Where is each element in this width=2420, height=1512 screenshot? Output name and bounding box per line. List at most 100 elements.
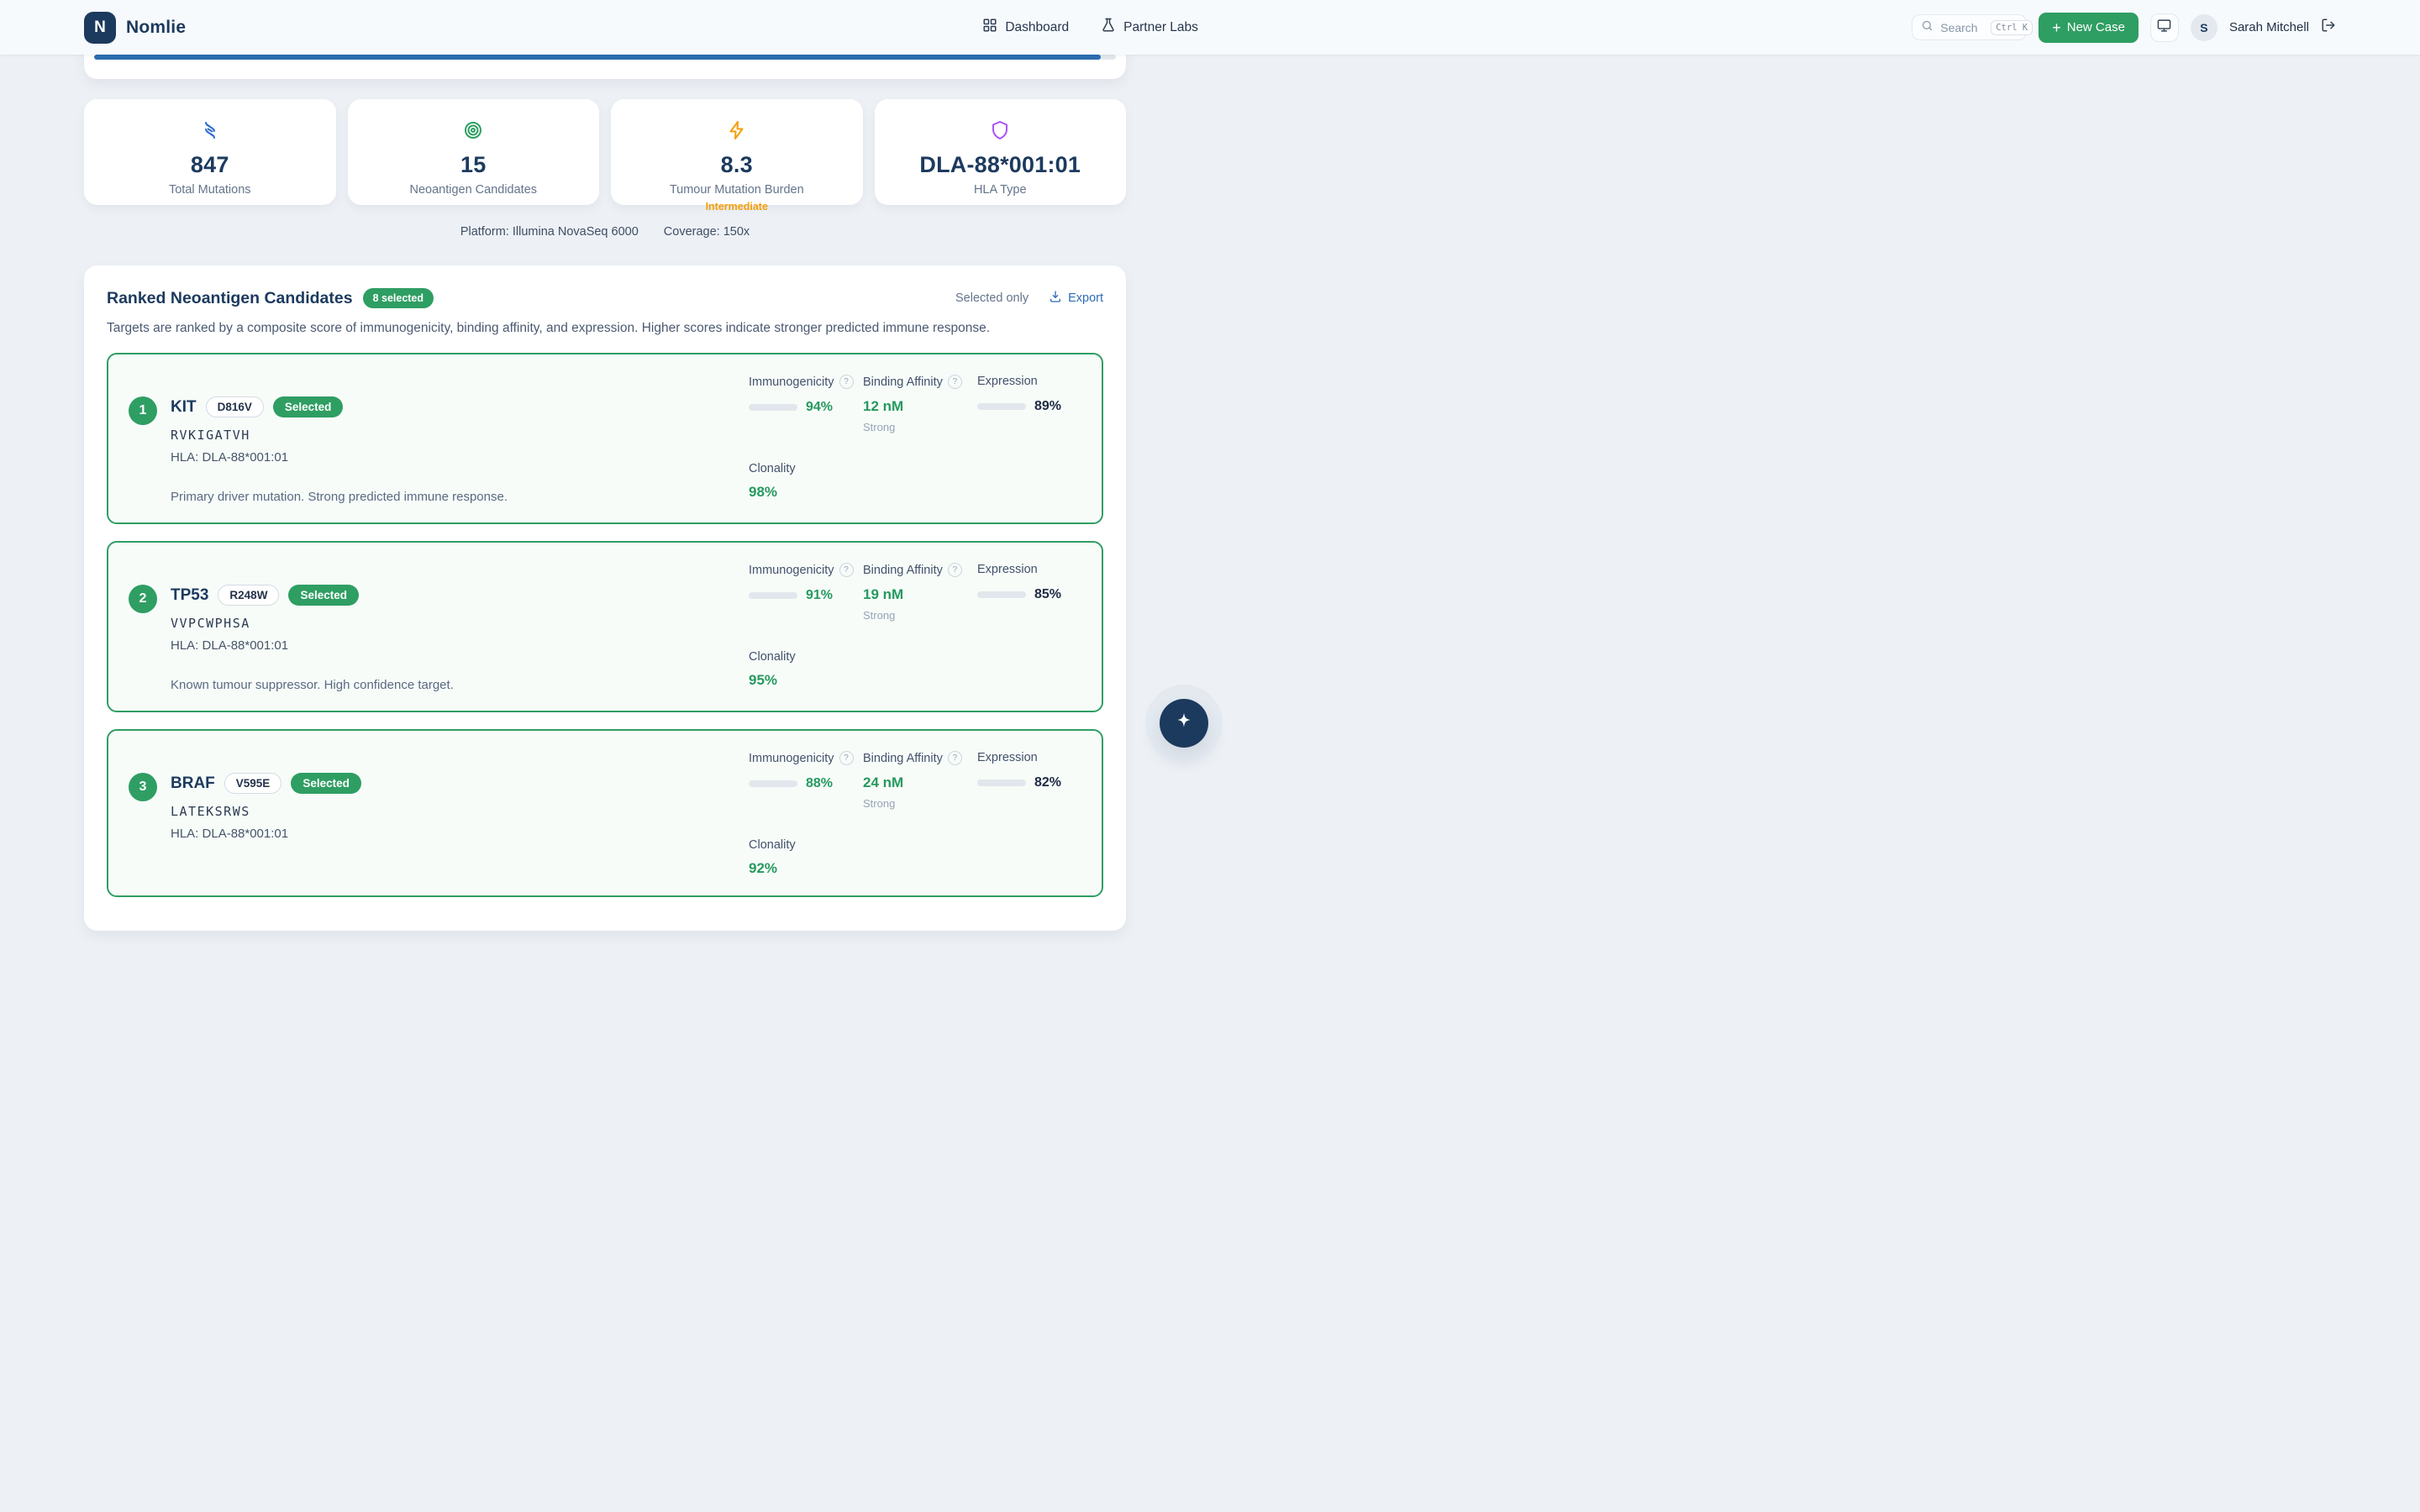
binding-strength: Strong [863, 609, 977, 622]
hla-allele: HLA: DLA-88*001:01 [171, 450, 508, 465]
stat-value: DLA-88*001:01 [875, 152, 1127, 178]
progress-track [977, 780, 1026, 786]
candidate-info: 3 BRAF V595E Selected LATEKSRWS HLA: DLA… [129, 773, 361, 877]
dashboard-grid-icon [982, 18, 997, 37]
export-button[interactable]: Export [1049, 290, 1103, 307]
metric-clonality: Clonality 95% [749, 650, 863, 689]
rank-badge: 3 [129, 773, 157, 801]
header-right: Ctrl K + New Case S Sarah Mitchell [1912, 13, 2336, 43]
mutation-badge: R248W [218, 585, 279, 606]
help-icon[interactable]: ? [948, 751, 962, 765]
metric-label: Binding Affinity [863, 752, 943, 765]
selected-status-badge: Selected [273, 396, 344, 417]
candidate-card-kit[interactable]: 1 KIT D816V Selected RVKIGATVH HLA: DLA-… [107, 353, 1103, 524]
metric-binding-affinity: Binding Affinity? 19 nM Strong [863, 563, 977, 622]
help-icon[interactable]: ? [839, 563, 854, 577]
help-icon[interactable]: ? [948, 563, 962, 577]
stat-hla-type: DLA-88*001:01 HLA Type [875, 99, 1127, 205]
monitor-icon [2157, 18, 2171, 37]
download-icon [1049, 290, 1062, 307]
nav-dashboard[interactable]: Dashboard [982, 18, 1069, 37]
progress-track [977, 591, 1026, 598]
peptide-sequence: LATEKSRWS [171, 804, 361, 819]
new-case-label: New Case [2067, 20, 2125, 34]
app-header: N Nomlie Dashboard Partner Labs [0, 0, 2420, 55]
help-icon[interactable]: ? [839, 375, 854, 389]
metric-value: 85% [1034, 587, 1061, 602]
metric-value: 94% [806, 400, 833, 415]
flask-icon [1101, 18, 1116, 37]
dna-icon [200, 129, 220, 144]
mutation-badge: D816V [206, 396, 264, 417]
metric-expression: Expression 85% [977, 563, 1081, 622]
help-icon[interactable]: ? [948, 375, 962, 389]
display-mode-button[interactable] [2150, 13, 2179, 42]
candidate-metrics: Immunogenicity? 94% Binding Affinity? 12… [749, 373, 1081, 504]
metric-label: Immunogenicity [749, 752, 834, 765]
selected-count-badge: 8 selected [363, 288, 434, 308]
peptide-sequence: VVPCWPHSA [171, 616, 454, 631]
rank-badge: 1 [129, 396, 157, 425]
candidate-metrics: Immunogenicity? 88% Binding Affinity? 24… [749, 749, 1081, 877]
new-case-button[interactable]: + New Case [2039, 13, 2139, 43]
gene-name: BRAF [171, 774, 215, 793]
binding-strength: Strong [863, 797, 977, 810]
candidate-info: 2 TP53 R248W Selected VVPCWPHSA HLA: DLA… [129, 585, 454, 692]
progress-track [977, 403, 1026, 410]
candidate-card-tp53[interactable]: 2 TP53 R248W Selected VVPCWPHSA HLA: DLA… [107, 541, 1103, 712]
candidate-card-braf[interactable]: 3 BRAF V595E Selected LATEKSRWS HLA: DLA… [107, 729, 1103, 897]
gene-row: KIT D816V Selected [171, 396, 508, 417]
mutation-badge: V595E [224, 773, 282, 794]
metric-value: 88% [806, 776, 833, 791]
stat-value: 847 [84, 152, 336, 178]
gene-row: TP53 R248W Selected [171, 585, 454, 606]
zap-icon [727, 129, 747, 144]
metric-label: Immunogenicity [749, 564, 834, 577]
metric-label: Expression [977, 375, 1038, 388]
main-content: 847 Total Mutations 15 Neoantigen Candid… [84, 0, 1126, 931]
metric-value: 19 nM [863, 586, 977, 603]
metric-binding-affinity: Binding Affinity? 24 nM Strong [863, 751, 977, 810]
stat-tumour-mutation-burden: 8.3 Tumour Mutation Burden Intermediate [611, 99, 863, 205]
search-box[interactable]: Ctrl K [1912, 14, 2027, 40]
selected-only-filter[interactable]: Selected only [955, 291, 1028, 305]
metric-immunogenicity: Immunogenicity? 88% [749, 751, 863, 810]
metric-label: Expression [977, 751, 1038, 764]
main-nav: Dashboard Partner Labs [269, 18, 1912, 37]
nav-dashboard-label: Dashboard [1005, 20, 1069, 35]
stat-label: Tumour Mutation Burden [611, 183, 863, 197]
metric-expression: Expression 82% [977, 751, 1081, 810]
metric-expression: Expression 89% [977, 375, 1081, 433]
panel-header: Ranked Neoantigen Candidates 8 selected … [107, 288, 1103, 308]
platform-text: Platform: Illumina NovaSeq 6000 [460, 225, 639, 239]
nav-partner-labs[interactable]: Partner Labs [1101, 18, 1198, 37]
binding-strength: Strong [863, 421, 977, 433]
gene-row: BRAF V595E Selected [171, 773, 361, 794]
hla-allele: HLA: DLA-88*001:01 [171, 827, 361, 841]
pipeline-progress-track [94, 55, 1116, 60]
logout-button[interactable] [2321, 18, 2336, 37]
metric-immunogenicity: Immunogenicity? 91% [749, 563, 863, 622]
gene-name: KIT [171, 398, 197, 417]
pipeline-progress-fill [94, 55, 1101, 60]
stats-row: 847 Total Mutations 15 Neoantigen Candid… [84, 99, 1126, 205]
metric-value: 98% [749, 484, 863, 501]
metric-label: Binding Affinity [863, 564, 943, 577]
shield-icon [990, 129, 1010, 144]
search-input[interactable] [1940, 21, 1984, 34]
brand-name: Nomlie [126, 18, 186, 38]
metric-value: 82% [1034, 775, 1061, 790]
panel-description: Targets are ranked by a composite score … [107, 321, 1103, 336]
help-icon[interactable]: ? [839, 751, 854, 765]
metric-value: 95% [749, 672, 863, 689]
candidate-note: Known tumour suppressor. High confidence… [171, 678, 454, 692]
target-icon [463, 129, 483, 144]
metric-value: 92% [749, 860, 863, 877]
assistant-fab[interactable] [1160, 699, 1208, 748]
panel-header-actions: Selected only Export [955, 290, 1103, 307]
metric-value: 89% [1034, 399, 1061, 414]
stat-total-mutations: 847 Total Mutations [84, 99, 336, 205]
metric-label: Immunogenicity [749, 375, 834, 389]
user-avatar[interactable]: S [2191, 14, 2217, 41]
candidate-metrics: Immunogenicity? 91% Binding Affinity? 19… [749, 561, 1081, 692]
